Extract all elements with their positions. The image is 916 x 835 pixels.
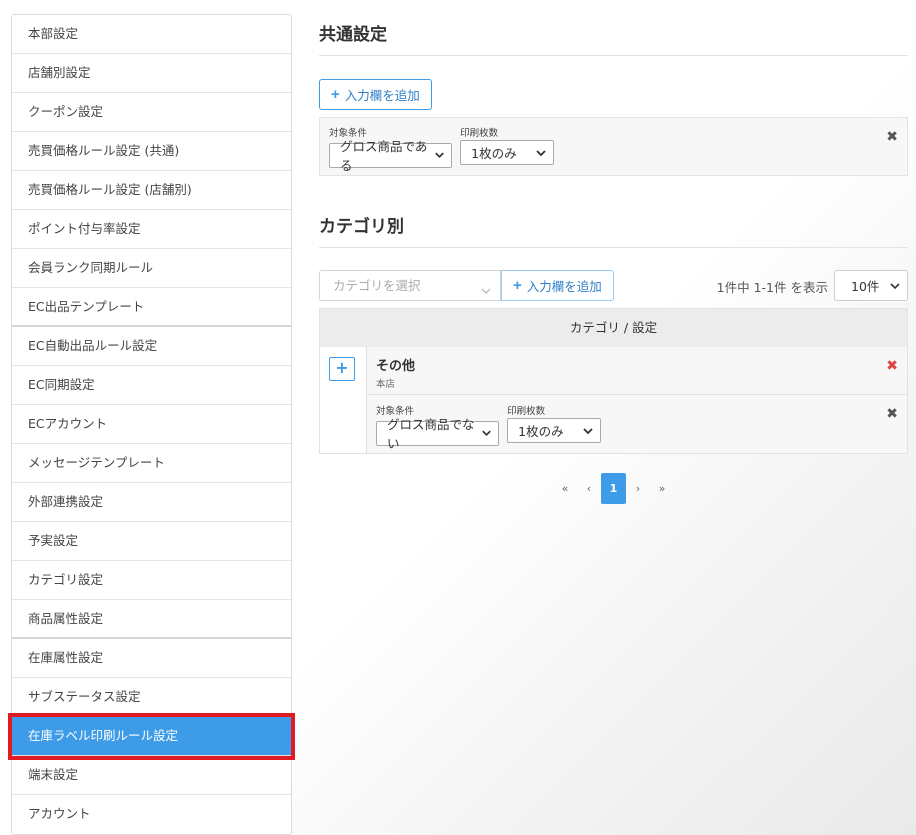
pagination-first[interactable]: « bbox=[553, 473, 577, 504]
sidebar-item-store-settings[interactable]: 店舗別設定 bbox=[12, 54, 291, 93]
delete-category-icon[interactable]: ✖ bbox=[886, 359, 898, 373]
sidebar-item-price-rule-common[interactable]: 売買価格ルール設定 (共通) bbox=[12, 132, 291, 171]
category-table: カテゴリ / 設定 + その他 本店 ✖ 対象条件 グロス商品でない 印刷枚数 … bbox=[319, 308, 908, 454]
pagination: « ‹ 1 › » bbox=[319, 473, 908, 504]
category-section-title: カテゴリ別 bbox=[319, 206, 908, 248]
common-print-count-select[interactable]: 1枚のみ bbox=[460, 140, 555, 165]
chevron-down-icon bbox=[482, 430, 491, 437]
pagination-next[interactable]: › bbox=[626, 473, 650, 504]
category-toolbar: カテゴリを選択 + 入力欄を追加 1件中 1-1件 を表示 10件 bbox=[319, 270, 908, 301]
sidebar-item-sub-status[interactable]: サブステータス設定 bbox=[12, 678, 291, 717]
chevron-down-icon bbox=[536, 149, 546, 156]
sidebar-item-ec-account[interactable]: ECアカウント bbox=[12, 405, 291, 444]
sidebar-item-ec-sync[interactable]: EC同期設定 bbox=[12, 366, 291, 405]
category-add-field-button[interactable]: + 入力欄を追加 bbox=[501, 270, 614, 301]
select-value: グロス商品である bbox=[340, 139, 428, 173]
sidebar-item-account[interactable]: アカウント bbox=[12, 795, 291, 834]
sidebar-item-category[interactable]: カテゴリ設定 bbox=[12, 561, 291, 600]
chevron-down-icon bbox=[435, 152, 444, 159]
settings-sidebar: 本部設定 店舗別設定 クーポン設定 売買価格ルール設定 (共通) 売買価格ルール… bbox=[8, 14, 295, 835]
table-header: カテゴリ / 設定 bbox=[320, 309, 907, 347]
row-expand-cell: + bbox=[320, 347, 367, 453]
chevron-down-icon bbox=[890, 282, 900, 289]
pagination-page-1[interactable]: 1 bbox=[601, 473, 626, 504]
sidebar-item-stock-attributes[interactable]: 在庫属性設定 bbox=[12, 639, 291, 678]
sidebar-item-budget-actual[interactable]: 予実設定 bbox=[12, 522, 291, 561]
chevron-down-icon bbox=[481, 288, 491, 294]
main-content: 共通設定 + 入力欄を追加 対象条件 グロス商品である 印刷枚数 1枚のみ ✖ … bbox=[319, 14, 908, 504]
sidebar-item-coupon[interactable]: クーポン設定 bbox=[12, 93, 291, 132]
category-print-field: 印刷枚数 1枚のみ bbox=[507, 406, 602, 443]
sidebar-item-stock-label-print-rule[interactable]: 在庫ラベル印刷ルール設定 bbox=[8, 713, 295, 760]
pagination-last[interactable]: » bbox=[650, 473, 674, 504]
category-print-count-select[interactable]: 1枚のみ bbox=[507, 418, 602, 443]
table-row: + その他 本店 ✖ 対象条件 グロス商品でない 印刷枚数 1枚のみ ✖ bbox=[320, 347, 907, 453]
print-count-label: 印刷枚数 bbox=[507, 406, 546, 417]
common-condition-field: 対象条件 グロス商品である bbox=[329, 128, 452, 173]
category-store: 本店 bbox=[376, 379, 396, 390]
sidebar-item-terminal[interactable]: 端末設定 bbox=[12, 756, 291, 795]
select-value: 1枚のみ bbox=[471, 146, 517, 161]
common-condition-select[interactable]: グロス商品である bbox=[329, 139, 452, 173]
sidebar-item-point-rate[interactable]: ポイント付与率設定 bbox=[12, 210, 291, 249]
common-add-field-button[interactable]: + 入力欄を追加 bbox=[319, 79, 432, 110]
close-icon[interactable]: ✖ bbox=[886, 407, 898, 421]
sidebar-item-ec-auto-listing[interactable]: EC自動出品ルール設定 bbox=[12, 327, 291, 366]
close-icon[interactable]: ✖ bbox=[886, 130, 898, 144]
sidebar-item-product-attributes[interactable]: 商品属性設定 bbox=[12, 600, 291, 639]
common-condition-row: 対象条件 グロス商品である 印刷枚数 1枚のみ ✖ bbox=[319, 117, 908, 176]
pagination-prev[interactable]: ‹ bbox=[577, 473, 601, 504]
row-content-cell: その他 本店 ✖ 対象条件 グロス商品でない 印刷枚数 1枚のみ ✖ bbox=[367, 347, 907, 453]
add-row-button[interactable]: + bbox=[329, 357, 355, 381]
plus-icon: + bbox=[513, 277, 522, 294]
category-name: その他 bbox=[376, 359, 416, 374]
category-condition-select[interactable]: グロス商品でない bbox=[376, 417, 499, 451]
common-add-field-label: 入力欄を追加 bbox=[344, 89, 420, 103]
common-settings-title: 共通設定 bbox=[319, 14, 908, 56]
select-value: グロス商品でない bbox=[387, 417, 475, 451]
sidebar-item-price-rule-store[interactable]: 売買価格ルール設定 (店舗別) bbox=[12, 171, 291, 210]
plus-icon: + bbox=[331, 86, 340, 103]
print-count-label: 印刷枚数 bbox=[460, 128, 499, 139]
sidebar-item-ec-template[interactable]: EC出品テンプレート bbox=[12, 288, 291, 327]
category-condition-row: 対象条件 グロス商品でない 印刷枚数 1枚のみ ✖ bbox=[367, 395, 907, 453]
common-print-field: 印刷枚数 1枚のみ bbox=[460, 128, 555, 165]
per-page-select[interactable]: 10件 bbox=[834, 270, 908, 301]
sidebar-item-member-rank-sync[interactable]: 会員ランク同期ルール bbox=[12, 249, 291, 288]
sidebar-item-external-integration[interactable]: 外部連携設定 bbox=[12, 483, 291, 522]
result-count-text: 1件中 1-1件 を表示 bbox=[716, 280, 828, 295]
category-add-field-label: 入力欄を追加 bbox=[526, 280, 602, 294]
category-select-placeholder: カテゴリを選択 bbox=[333, 278, 421, 293]
category-select[interactable]: カテゴリを選択 bbox=[319, 270, 501, 301]
select-value: 1枚のみ bbox=[518, 424, 564, 439]
sidebar-item-message-template[interactable]: メッセージテンプレート bbox=[12, 444, 291, 483]
per-page-value: 10件 bbox=[851, 279, 880, 294]
category-condition-field: 対象条件 グロス商品でない bbox=[376, 406, 499, 451]
chevron-down-icon bbox=[583, 427, 593, 434]
category-row-header: その他 本店 ✖ bbox=[367, 347, 907, 395]
sidebar-item-headquarters[interactable]: 本部設定 bbox=[12, 15, 291, 54]
